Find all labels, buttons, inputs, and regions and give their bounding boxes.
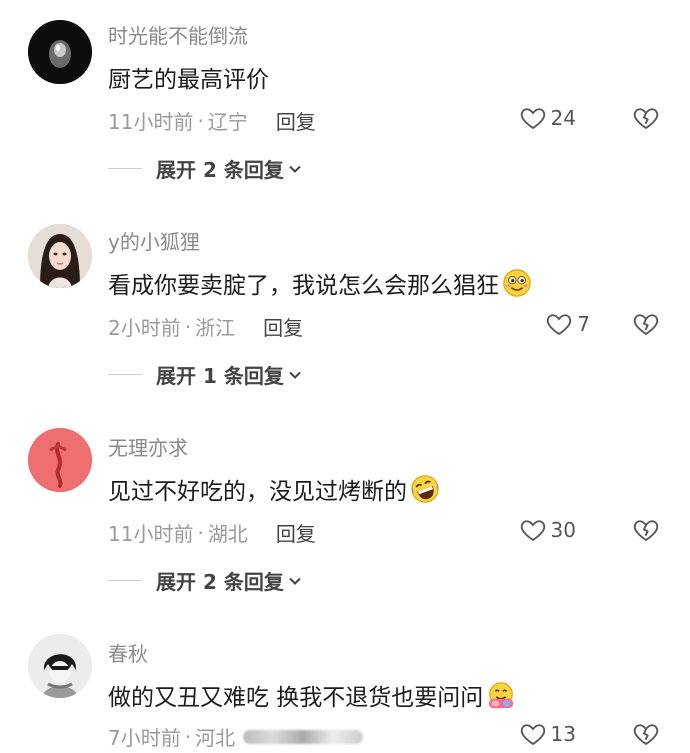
like-count: 13 — [550, 722, 576, 746]
divider — [108, 168, 142, 169]
broken-heart-icon — [633, 108, 659, 130]
comment-text-row: 做的又丑又难吃 换我不退货也要问问 — [108, 678, 516, 712]
dislike-button[interactable] — [632, 516, 660, 544]
separator: · — [184, 724, 192, 749]
comment-text-row: 见过不好吃的，没见过烤断的 — [108, 472, 440, 506]
comment-meta: 7小时前 · 河北 — [108, 722, 364, 751]
like-button[interactable]: 13 — [519, 720, 576, 748]
obscured-watermark — [243, 729, 364, 744]
comment-text: 厨艺的最高评价 — [108, 67, 269, 93]
timestamp: 2小时前 — [108, 316, 181, 340]
expand-replies-button[interactable]: 展开 2 条回复 — [108, 154, 302, 183]
avatar[interactable] — [28, 20, 92, 84]
comment-meta: 2小时前 · 浙江 回复 — [108, 312, 303, 341]
timestamp: 7小时前 — [108, 726, 181, 750]
heart-icon — [520, 108, 545, 130]
like-count: 24 — [550, 106, 576, 130]
red-abstract-avatar-icon — [28, 428, 92, 492]
location: 浙江 — [195, 316, 236, 340]
dislike-button[interactable] — [632, 310, 660, 338]
avatar[interactable] — [28, 634, 92, 698]
heart-icon — [520, 724, 545, 746]
username[interactable]: 时光能不能倒流 — [108, 20, 248, 49]
smiley-emoji-icon — [503, 269, 531, 297]
avatar[interactable] — [28, 224, 92, 288]
reply-button[interactable]: 回复 — [276, 106, 316, 135]
broken-heart-icon — [633, 724, 659, 746]
divider — [108, 580, 142, 581]
hugging-emoji-icon — [489, 682, 514, 709]
like-count: 30 — [550, 518, 576, 542]
expand-replies-label: 展开 1 条回复 — [156, 364, 284, 388]
chevron-down-icon — [289, 165, 301, 173]
heart-icon — [520, 520, 545, 542]
reply-button[interactable]: 回复 — [263, 312, 303, 341]
separator: · — [197, 520, 204, 545]
dislike-button[interactable] — [632, 104, 660, 132]
location: 湖北 — [207, 522, 248, 546]
like-count: 7 — [577, 312, 590, 336]
rofl-emoji-icon — [411, 475, 439, 503]
location: 河北 — [195, 726, 236, 750]
reply-button[interactable]: 回复 — [276, 518, 316, 547]
expand-replies-button[interactable]: 展开 1 条回复 — [108, 360, 302, 389]
timestamp: 11小时前 — [108, 110, 194, 134]
like-button[interactable]: 30 — [519, 516, 576, 544]
comment-text: 见过不好吃的，没见过烤断的 — [108, 479, 407, 505]
expand-replies-button[interactable]: 展开 2 条回复 — [108, 566, 302, 595]
portrait-avatar-icon — [28, 224, 92, 288]
heart-icon — [547, 314, 572, 336]
like-button[interactable]: 7 — [545, 310, 590, 338]
dark-figure-avatar-icon — [28, 20, 92, 84]
chevron-down-icon — [289, 577, 301, 585]
expand-replies-label: 展开 2 条回复 — [156, 158, 284, 182]
expand-replies-label: 展开 2 条回复 — [156, 570, 284, 594]
separator: · — [184, 314, 192, 339]
comment-text: 看成你要卖腚了，我说怎么会那么猖狂 — [108, 273, 499, 299]
timestamp: 11小时前 — [108, 522, 194, 546]
username[interactable]: 无理亦求 — [108, 432, 188, 461]
broken-heart-icon — [633, 520, 659, 542]
anime-boy-avatar-icon — [28, 634, 92, 698]
divider — [108, 374, 142, 375]
separator: · — [197, 108, 204, 133]
comment-meta: 11小时前 · 湖北 回复 — [108, 518, 316, 547]
chevron-down-icon — [289, 371, 301, 379]
avatar[interactable] — [28, 428, 92, 492]
location: 辽宁 — [207, 110, 248, 134]
broken-heart-icon — [633, 314, 659, 336]
comment-meta: 11小时前 · 辽宁 回复 — [108, 106, 316, 135]
comment-text: 做的又丑又难吃 换我不退货也要问问 — [108, 685, 484, 711]
username[interactable]: 春秋 — [108, 638, 148, 667]
username[interactable]: y的小狐狸 — [108, 226, 200, 255]
dislike-button[interactable] — [632, 720, 660, 748]
comment-text-row: 看成你要卖腚了，我说怎么会那么猖狂 — [108, 266, 532, 300]
like-button[interactable]: 24 — [519, 104, 576, 132]
